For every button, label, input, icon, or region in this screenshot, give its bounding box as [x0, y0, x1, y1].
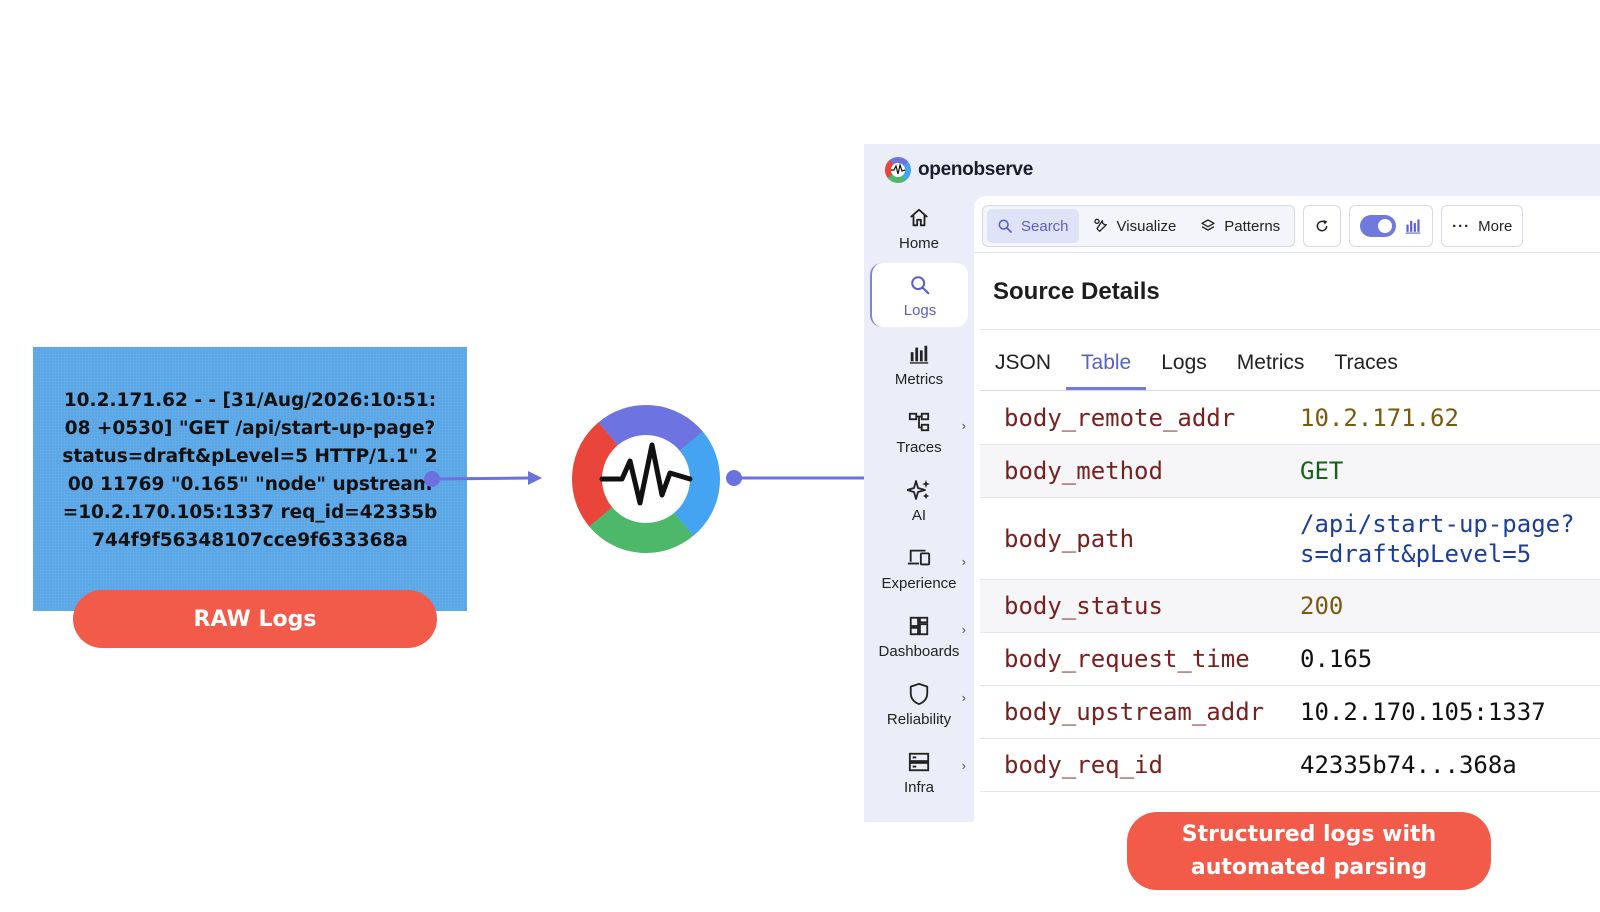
nav-label-logs: Logs [903, 301, 937, 319]
brand: openobserve [884, 156, 1033, 184]
field-key: body_method [1004, 457, 1163, 485]
field-key: body_request_time [1004, 645, 1250, 673]
traces-icon [906, 409, 932, 435]
field-key: body_upstream_addr [1004, 698, 1265, 726]
raw-logs-label: RAW Logs [73, 590, 437, 648]
nav-infra[interactable]: Infra › [870, 740, 968, 804]
openobserve-logo-icon [572, 405, 720, 553]
sparkle-icon [906, 477, 932, 503]
nav-label-traces: Traces [896, 438, 942, 456]
table-row[interactable]: body_request_time 0.165 [980, 633, 1600, 686]
home-icon [906, 205, 932, 231]
patterns-button[interactable]: Patterns [1190, 209, 1290, 243]
view-switcher: Search Visualize Patterns [982, 205, 1296, 247]
patterns-button-label: Patterns [1224, 217, 1281, 235]
search-icon [907, 272, 933, 298]
nav-label-infra: Infra [903, 778, 934, 796]
nav-dashboards[interactable]: Dashboards › [870, 604, 968, 668]
raw-log-box: 10.2.171.62 - - [31/Aug/2026:10:51:08 +0… [33, 347, 467, 611]
field-key: body_status [1004, 592, 1163, 620]
brand-name: openobserve [918, 159, 1033, 180]
nav-experience[interactable]: Experience › [870, 536, 968, 600]
nav-traces[interactable]: Traces › [870, 400, 968, 464]
field-table: body_remote_addr 10.2.171.62 body_method… [980, 392, 1600, 792]
visualize-button[interactable]: Visualize [1083, 209, 1187, 243]
nav-label-dashboards: Dashboards [878, 642, 960, 660]
refresh-button[interactable] [1303, 205, 1342, 247]
field-value: GET [1300, 457, 1344, 485]
bar-chart-icon [906, 341, 932, 367]
table-row[interactable]: body_upstream_addr 10.2.170.105:1337 [980, 686, 1600, 739]
nav-metrics[interactable]: Metrics [870, 332, 968, 396]
field-value: 0.165 [1300, 645, 1373, 673]
dashboard-icon [906, 613, 932, 639]
chevron-right-icon: › [961, 758, 966, 773]
nav-logs[interactable]: Logs [870, 263, 968, 327]
source-details-title: Source Details [993, 278, 1160, 305]
chevron-right-icon: › [961, 622, 966, 637]
refresh-icon [1316, 220, 1328, 232]
bar-chart-icon [1405, 219, 1421, 234]
visualize-button-label: Visualize [1116, 217, 1177, 235]
chevron-right-icon: › [961, 418, 966, 433]
divider [974, 252, 1600, 253]
nav-label-ai: AI [911, 506, 927, 524]
devices-icon [906, 545, 932, 571]
detail-tabs: JSON Table Logs Metrics Traces [980, 336, 1413, 390]
tab-json[interactable]: JSON [980, 336, 1066, 390]
divider [980, 390, 1600, 391]
tab-traces[interactable]: Traces [1319, 336, 1412, 390]
histogram-toggle[interactable] [1349, 205, 1434, 247]
search-icon [998, 219, 1012, 233]
raw-log-text: 10.2.171.62 - - [31/Aug/2026:10:51:08 +0… [62, 390, 438, 551]
shield-icon [906, 681, 932, 707]
table-row[interactable]: body_status 200 [980, 580, 1600, 633]
tab-metrics[interactable]: Metrics [1222, 336, 1320, 390]
server-icon [906, 749, 932, 775]
divider [980, 329, 1600, 330]
table-row[interactable]: body_path /api/start-up-page? s=draft&pL… [980, 498, 1600, 580]
table-row[interactable]: body_req_id 42335b74...368a [980, 739, 1600, 792]
field-value: /api/start-up-page? s=draft&pLevel=5 [1300, 509, 1575, 568]
brand-logo-icon [885, 156, 911, 183]
main-panel: Search Visualize Patterns ··· More Sourc… [974, 196, 1600, 822]
field-value: 200 [1300, 592, 1344, 620]
openobserve-app: openobserve Home Logs Metrics Traces › A… [864, 144, 1600, 822]
field-value: 42335b74...368a [1300, 751, 1517, 779]
search-button-label: Search [1021, 217, 1069, 235]
field-key: body_remote_addr [1004, 404, 1236, 432]
nav-label-experience: Experience [881, 574, 957, 592]
field-key: body_req_id [1004, 751, 1163, 779]
field-key: body_path [1004, 524, 1135, 553]
toggle-switch[interactable] [1360, 215, 1397, 237]
chevron-right-icon: › [961, 554, 966, 569]
nav-reliability[interactable]: Reliability › [870, 672, 968, 736]
table-row[interactable]: body_remote_addr 10.2.171.62 [980, 392, 1600, 445]
chevron-right-icon: › [961, 690, 966, 705]
tab-logs[interactable]: Logs [1146, 336, 1222, 390]
nav-ai[interactable]: AI [870, 468, 968, 532]
tab-table[interactable]: Table [1066, 336, 1147, 390]
wrench-icon [1093, 218, 1107, 232]
table-row[interactable]: body_method GET [980, 445, 1600, 498]
toolbar: Search Visualize Patterns ··· More [982, 204, 1524, 248]
layers-icon [1201, 219, 1215, 231]
sidebar: Home Logs Metrics Traces › AI Experience… [864, 196, 974, 822]
structured-logs-label: Structured logs with automated parsing [1127, 812, 1491, 890]
nav-label-home: Home [898, 234, 939, 252]
more-dots-icon: ··· [1452, 217, 1471, 235]
nav-label-reliability: Reliability [886, 710, 952, 728]
more-button-label: More [1478, 217, 1513, 235]
nav-home[interactable]: Home [870, 196, 968, 260]
field-value: 10.2.171.62 [1300, 404, 1459, 432]
nav-label-metrics: Metrics [894, 370, 944, 388]
search-button[interactable]: Search [987, 209, 1079, 243]
more-button[interactable]: ··· More [1441, 205, 1524, 247]
field-value: 10.2.170.105:1337 [1300, 698, 1546, 726]
